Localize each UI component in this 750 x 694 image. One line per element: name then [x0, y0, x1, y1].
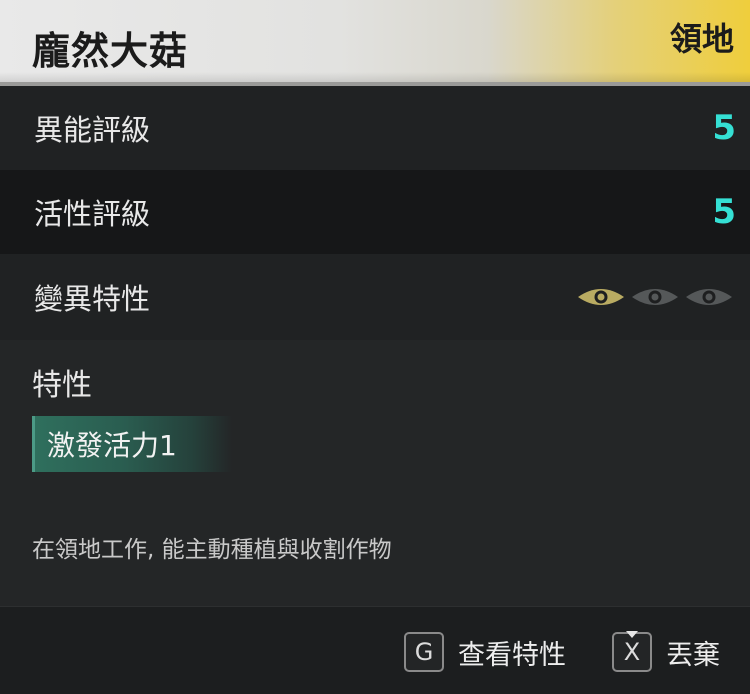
mutation-eye-rating	[576, 284, 734, 310]
key-hint-x: X	[612, 631, 652, 672]
traits-heading: 特性	[32, 368, 92, 403]
stat-value: 5	[712, 108, 736, 148]
creature-title: 龐然大菇	[32, 29, 189, 73]
territory-label: 領地	[669, 20, 734, 58]
view-traits-button[interactable]: G 查看特性	[404, 632, 566, 672]
discard-button[interactable]: X 丟棄	[612, 631, 720, 672]
view-traits-label: 查看特性	[458, 639, 566, 671]
header-bar: 龐然大菇 領地	[0, 0, 750, 86]
mutation-row: 變異特性	[0, 254, 750, 340]
stat-row-psionic: 異能評級 5	[0, 86, 750, 170]
trait-chip-label: 激發活力1	[47, 429, 177, 462]
eye-icon	[686, 289, 732, 305]
stat-row-vitality: 活性評級 5	[0, 170, 750, 254]
traits-panel: 特性 激發活力1 在領地工作, 能主動種植與收割作物	[0, 340, 750, 606]
eye-icon	[578, 289, 624, 305]
trait-chip[interactable]: 激發活力1	[32, 416, 232, 472]
stat-label: 異能評級	[34, 113, 151, 147]
eye-icon	[632, 289, 678, 305]
stat-value: 5	[712, 192, 736, 232]
discard-label: 丟棄	[666, 639, 720, 671]
key-hint-g: G	[404, 632, 444, 672]
mutation-label: 變異特性	[34, 282, 151, 316]
stat-label: 活性評級	[34, 197, 151, 231]
footer-bar: G 查看特性 X 丟棄	[0, 606, 750, 694]
trait-description: 在領地工作, 能主動種植與收割作物	[32, 537, 392, 563]
